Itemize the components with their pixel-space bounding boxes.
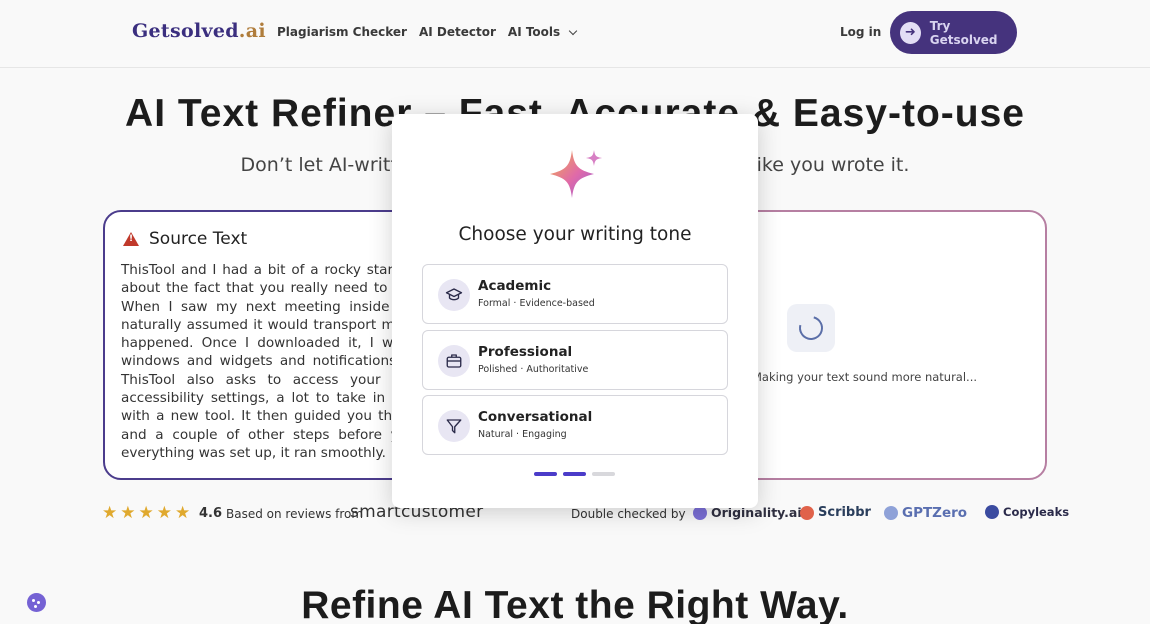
tone-option-title: Academic: [478, 278, 552, 294]
nav-plagiarism-checker[interactable]: Plagiarism Checker: [277, 25, 407, 39]
tone-option-desc: Polished · Authoritative: [478, 364, 589, 375]
site-header: Getsolved.ai Plagiarism Checker AI Detec…: [0, 0, 1150, 68]
step-indicator: [534, 472, 615, 476]
paper-plane-icon: [438, 410, 470, 442]
try-getsolved-button[interactable]: ➜ Try Getsolved: [890, 11, 1017, 54]
nav-ai-tools-label: AI Tools: [507, 25, 561, 39]
tone-modal: Choose your writing tone Academic Formal…: [392, 114, 758, 508]
tone-option-academic[interactable]: Academic Formal · Evidence-based: [422, 264, 728, 324]
tone-option-title: Conversational: [478, 409, 593, 425]
cta-label: Try Getsolved: [929, 18, 998, 47]
sparkle-icon: [550, 150, 602, 198]
step-dot-active: [534, 472, 557, 476]
logo-suffix: .ai: [238, 20, 266, 42]
step-dot-inactive: [592, 472, 615, 476]
tone-option-conversational[interactable]: Conversational Natural · Engaging: [422, 395, 728, 455]
logo[interactable]: Getsolved.ai: [132, 20, 266, 42]
logo-main: Getsolved: [132, 20, 239, 42]
tone-option-title: Professional: [478, 344, 573, 360]
tone-option-professional[interactable]: Professional Polished · Authoritative: [422, 330, 728, 390]
modal-title: Choose your writing tone: [458, 224, 692, 245]
login-link[interactable]: Log in: [840, 25, 881, 39]
briefcase-icon: [438, 345, 470, 377]
chevron-down-icon: [568, 26, 578, 35]
tone-option-desc: Formal · Evidence-based: [478, 298, 595, 309]
arrow-right-icon: ➜: [900, 21, 921, 44]
graduation-cap-icon: [438, 279, 470, 311]
nav-ai-detector[interactable]: AI Detector: [419, 25, 496, 39]
tone-option-desc: Natural · Engaging: [478, 429, 567, 440]
step-dot-active: [563, 472, 586, 476]
main-nav: Plagiarism Checker AI Detector AI Tools: [277, 25, 578, 39]
nav-ai-tools[interactable]: AI Tools: [507, 25, 578, 39]
